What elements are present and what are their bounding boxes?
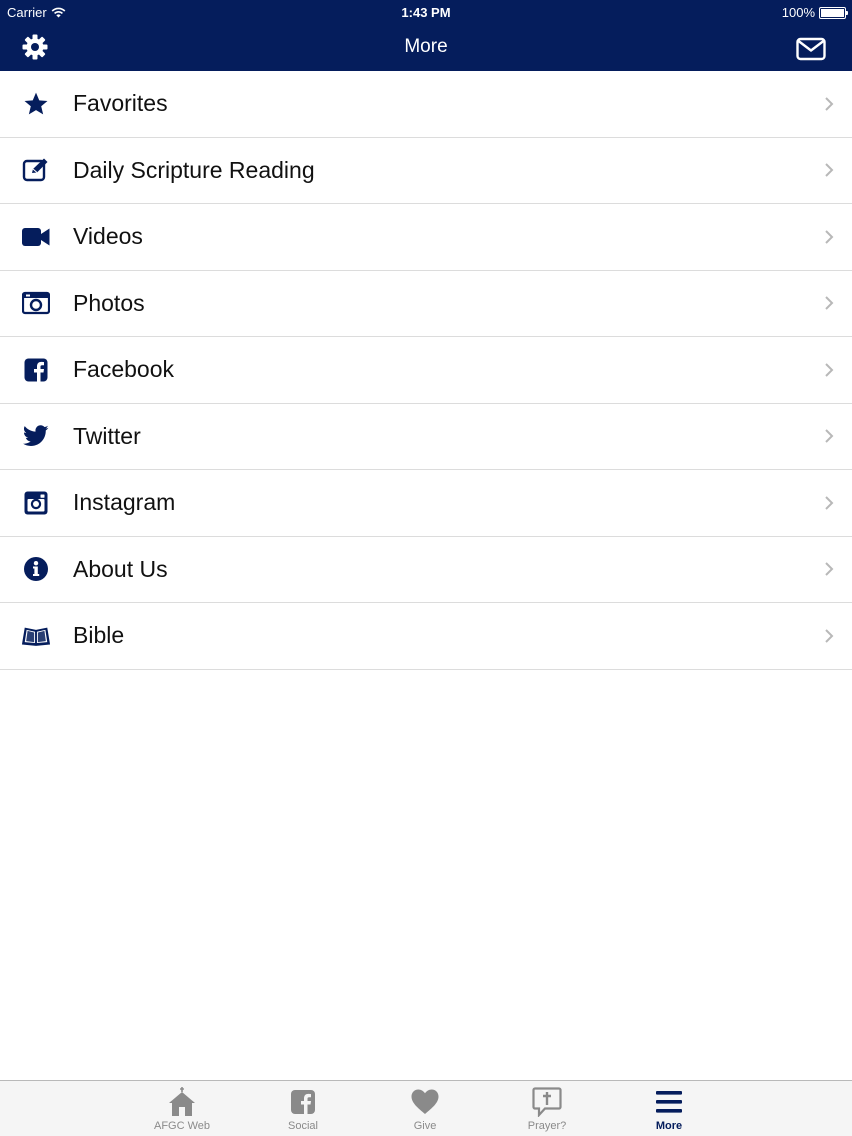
top-bar: Carrier 1:43 PM 100% More bbox=[0, 0, 852, 71]
tab-label: AFGC Web bbox=[153, 1120, 211, 1132]
tab-label: More bbox=[655, 1120, 683, 1132]
menu-item-videos[interactable]: Videos bbox=[0, 204, 852, 271]
chevron-right-icon bbox=[825, 562, 834, 576]
menu-item-daily-scripture-reading[interactable]: Daily Scripture Reading bbox=[0, 137, 852, 204]
chevron-right-icon bbox=[825, 163, 834, 177]
menu-item-bible[interactable]: Bible bbox=[0, 603, 852, 670]
chevron-right-icon bbox=[825, 496, 834, 510]
battery-indicator: 100% bbox=[781, 5, 848, 20]
page-title: More bbox=[404, 36, 448, 57]
book-icon bbox=[21, 622, 51, 650]
more-screen: Carrier 1:43 PM 100% More Favorites Dail… bbox=[0, 0, 852, 1136]
twitter-icon bbox=[21, 422, 51, 450]
info-icon bbox=[21, 555, 51, 583]
chevron-right-icon bbox=[825, 363, 834, 377]
menu-item-label: Favorites bbox=[73, 90, 168, 117]
status-bar: Carrier 1:43 PM 100% bbox=[0, 0, 852, 24]
tab-prayer[interactable]: Prayer? bbox=[497, 1081, 597, 1136]
menu-item-label: Bible bbox=[73, 622, 125, 649]
more-menu-list: Favorites Daily Scripture Reading Videos… bbox=[0, 71, 852, 670]
instagram-icon bbox=[21, 489, 51, 517]
tab-give[interactable]: Give bbox=[375, 1081, 475, 1136]
facebook-icon bbox=[291, 1090, 315, 1114]
video-camera-icon bbox=[21, 223, 51, 251]
menu-item-favorites[interactable]: Favorites bbox=[0, 71, 852, 138]
heart-icon bbox=[411, 1089, 439, 1114]
mail-icon[interactable] bbox=[796, 37, 826, 61]
tab-label: Give bbox=[413, 1120, 437, 1132]
chevron-right-icon bbox=[825, 97, 834, 111]
menu-item-twitter[interactable]: Twitter bbox=[0, 403, 852, 470]
prayer-bubble-icon bbox=[532, 1087, 562, 1117]
tab-bar: AFGC Web Social Give Prayer? More bbox=[0, 1080, 852, 1136]
status-time: 1:43 PM bbox=[401, 5, 451, 20]
star-icon bbox=[21, 90, 51, 118]
camera-icon bbox=[21, 289, 51, 317]
battery-percent: 100% bbox=[781, 5, 815, 20]
facebook-icon bbox=[21, 356, 51, 384]
menu-item-facebook[interactable]: Facebook bbox=[0, 337, 852, 404]
church-icon bbox=[169, 1087, 195, 1116]
menu-item-about-us[interactable]: About Us bbox=[0, 536, 852, 603]
menu-item-label: Photos bbox=[73, 289, 145, 316]
menu-item-photos[interactable]: Photos bbox=[0, 270, 852, 337]
edit-icon bbox=[21, 156, 51, 184]
menu-item-label: Facebook bbox=[73, 356, 175, 383]
menu-item-label: About Us bbox=[73, 555, 168, 582]
menu-icon bbox=[656, 1091, 682, 1113]
menu-item-label: Twitter bbox=[73, 422, 141, 449]
menu-item-label: Instagram bbox=[73, 489, 176, 516]
chevron-right-icon bbox=[825, 629, 834, 643]
chevron-right-icon bbox=[825, 230, 834, 244]
menu-item-instagram[interactable]: Instagram bbox=[0, 470, 852, 537]
tab-more[interactable]: More bbox=[619, 1081, 719, 1136]
tab-afgc-web[interactable]: AFGC Web bbox=[132, 1081, 232, 1136]
tab-label: Social bbox=[288, 1120, 318, 1132]
tab-social[interactable]: Social bbox=[253, 1081, 353, 1136]
chevron-right-icon bbox=[825, 296, 834, 310]
tab-label: Prayer? bbox=[527, 1120, 567, 1132]
chevron-right-icon bbox=[825, 429, 834, 443]
menu-item-label: Videos bbox=[73, 223, 143, 250]
menu-item-label: Daily Scripture Reading bbox=[73, 156, 315, 183]
battery-icon bbox=[819, 6, 848, 19]
